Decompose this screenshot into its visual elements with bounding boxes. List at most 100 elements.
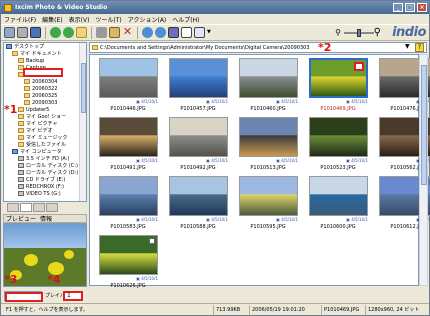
thumbnail-filename: P1010595.JPG: [250, 224, 286, 230]
thumbnail-item[interactable]: ▣ 4/5/10/1 P1010457.JPG: [166, 58, 230, 114]
app-title: Ixcim Photo & Video Studio: [15, 4, 108, 11]
menu-edit[interactable]: 編集(E): [42, 15, 62, 24]
zoom-out-icon[interactable]: ⚲: [335, 28, 341, 37]
select-checkbox-icon[interactable]: [149, 238, 155, 244]
tree-item[interactable]: 受信したファイル: [4, 141, 86, 148]
thumbnail-item[interactable]: ▣ 4/5/10/1 P1010523.JPG: [306, 117, 370, 173]
tree-item[interactable]: デスクトップ: [4, 43, 86, 50]
tree-item[interactable]: ローカル ディスク (D:): [4, 169, 86, 176]
tree-scroll-thumb[interactable]: [81, 63, 86, 113]
thumbnail-item[interactable]: ▣ 4/5/10/1 P1010492.JPG: [166, 117, 230, 173]
tab-info[interactable]: 情報: [40, 214, 52, 223]
tree-item[interactable]: ローカル ディスク (C:): [4, 162, 86, 169]
zoom-slider-thumb[interactable]: [357, 29, 361, 37]
thumbnail-image: [99, 117, 158, 157]
thumbnail-item[interactable]: ▣ 4/5/10/1 P1010513.JPG: [236, 117, 300, 173]
delete-icon[interactable]: ✕: [122, 26, 133, 38]
close-button[interactable]: ×: [417, 3, 427, 12]
tree-item[interactable]: 3.5 インチ FD (A:): [4, 155, 86, 162]
speed-stepper[interactable]: 1: [63, 291, 83, 301]
tree-item[interactable]: 20060322: [4, 85, 86, 92]
status-size: 713.99KB: [214, 304, 250, 315]
menu-help[interactable]: ヘルプ(H): [172, 15, 199, 24]
back-icon[interactable]: [50, 27, 61, 38]
forward-icon[interactable]: [63, 27, 74, 38]
thumbnail-item[interactable]: ▣ 4/5/10/1 P1010600.JPG: [306, 176, 370, 232]
grid-scroll-thumb[interactable]: [421, 65, 427, 185]
rotate-right-icon[interactable]: [155, 27, 166, 38]
cut-icon[interactable]: [96, 27, 107, 38]
tab-preview[interactable]: プレビュー: [6, 214, 36, 223]
info-field[interactable]: [4, 291, 43, 302]
menu-action[interactable]: アクション(A): [128, 15, 167, 24]
thumbnail-filename: P1010626.JPG: [110, 283, 146, 289]
path-dropdown-icon[interactable]: ▼: [405, 43, 413, 52]
thumbnail-item[interactable]: ▣ 4/5/10/1 P1010491.JPG: [96, 117, 160, 173]
tree-item-label: マイ Goo! ショー: [26, 114, 67, 120]
dropdown-icon[interactable]: ▼: [207, 27, 212, 38]
minimize-button[interactable]: _: [393, 3, 403, 12]
print-icon[interactable]: [17, 27, 28, 38]
thumbnail-image: [99, 58, 158, 98]
computer-icon: [12, 149, 18, 154]
tree-item[interactable]: Backup: [4, 57, 86, 64]
window-controls: _ □ ×: [393, 3, 427, 12]
save-icon[interactable]: [30, 27, 41, 38]
path-bar[interactable]: C:\Documents and Settings\Administrator\…: [89, 42, 427, 53]
tree-item-label: Updater5: [26, 106, 50, 113]
tree-item[interactable]: マイ ドキュメント: [4, 50, 86, 57]
tree-item[interactable]: 20060304: [4, 78, 86, 85]
slideshow-icon[interactable]: [168, 27, 179, 38]
up-folder-icon[interactable]: [76, 27, 87, 38]
status-dims: 1280x960, 24 ビット: [368, 306, 420, 313]
menu-view[interactable]: 表示(V): [69, 15, 90, 24]
folder-icon: [18, 128, 24, 133]
view-mode-icon[interactable]: [181, 27, 192, 38]
tree-item-label: ローカル ディスク (C:): [26, 163, 78, 169]
preview-flower: [64, 250, 74, 259]
rotate-left-icon[interactable]: [142, 27, 153, 38]
menu-file[interactable]: ファイル(F): [4, 15, 36, 24]
help-icon[interactable]: ?: [415, 43, 424, 52]
tree-item-label: デスクトップ: [14, 44, 45, 50]
thumbnail-item[interactable]: ▣ 4/5/10/1 P1010583.JPG: [96, 176, 160, 232]
thumbnail-item[interactable]: ▣ 4/5/10/1 P1010588.JPG: [166, 176, 230, 232]
tree-item[interactable]: マイ ビデオ: [4, 127, 86, 134]
thumbnail-image: [169, 176, 228, 216]
tree-scrollbar[interactable]: [79, 43, 86, 201]
thumbnail-filename: P1010523.JPG: [320, 165, 356, 171]
thumbnail-grid: ▣ 4/5/10/1 P1010446.JPG ▣ 4/5/10/1 P1010457…: [89, 54, 430, 289]
selected-folder-highlight: [23, 68, 63, 77]
tree-item[interactable]: マイ ミュージック: [4, 134, 86, 141]
thumbnail-filename: P1010588.JPG: [180, 224, 216, 230]
copy-icon[interactable]: [4, 27, 15, 38]
thumbnail-item[interactable]: ▣ 4/5/10/1 P1010595.JPG: [236, 176, 300, 232]
tab-albums[interactable]: [46, 203, 58, 212]
tab-favorites[interactable]: [33, 203, 45, 212]
preview-sky: [4, 224, 86, 248]
tree-item-label: マイ ビデオ: [26, 128, 53, 134]
thumbnail-item[interactable]: ▣ 4/5/10/1 P1010460.JPG: [236, 58, 300, 114]
paste-icon[interactable]: [109, 27, 120, 38]
grid-scrollbar[interactable]: [419, 54, 428, 286]
thumbnail-item[interactable]: ▣ 4/5/10/1 P1010469.JPG: [306, 58, 370, 114]
tree-item[interactable]: VIDEO TS (G:): [4, 190, 86, 197]
tree-item[interactable]: マイ コンピュータ: [4, 148, 86, 155]
tree-item[interactable]: 20060325: [4, 92, 86, 99]
zoom-in-icon[interactable]: ⚲: [374, 27, 381, 38]
details-icon[interactable]: [194, 27, 205, 38]
thumbnail-filename: P1010600.JPG: [320, 224, 356, 230]
maximize-button[interactable]: □: [405, 3, 415, 12]
thumbnail-item[interactable]: ▣ 4/5/10/1 P1010626.JPG: [96, 235, 160, 291]
thumbnail-item[interactable]: ▣ 4/5/10/1 P1010446.JPG: [96, 58, 160, 114]
tab-folders[interactable]: [7, 203, 19, 212]
drive-icon: [18, 184, 24, 189]
tree-item[interactable]: マイ ピクチャ: [4, 120, 86, 127]
tab-search[interactable]: [20, 203, 32, 212]
tree-item-label: 20090303: [32, 99, 58, 106]
menu-tools[interactable]: ツール(T): [95, 15, 121, 24]
tree-item[interactable]: CD ドライブ (E:): [4, 176, 86, 183]
tree-item[interactable]: REDCHROX (F:): [4, 183, 86, 190]
tree-item-label: マイ ドキュメント: [20, 51, 62, 57]
title-bar: Ixcim Photo & Video Studio _ □ ×: [1, 1, 429, 14]
